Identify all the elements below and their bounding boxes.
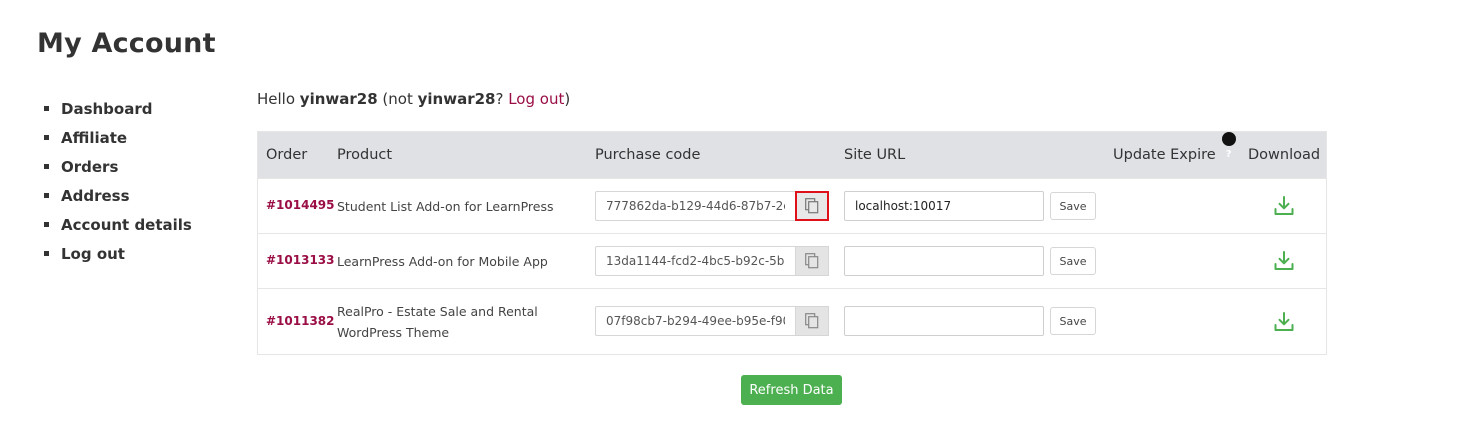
purchase-code-group [595, 246, 829, 276]
nav-item-log-out[interactable]: Log out [44, 239, 192, 268]
header-download: Download [1248, 147, 1321, 163]
download-button[interactable] [1271, 309, 1297, 335]
purchase-code-input[interactable] [595, 246, 795, 276]
nav-item-address[interactable]: Address [44, 181, 192, 210]
greeting-username: yinwar28 [299, 90, 378, 108]
header-update-expire-label: Update Expire [1113, 147, 1216, 163]
header-purchase-code: Purchase code [595, 147, 701, 163]
download-icon [1274, 196, 1294, 215]
order-link[interactable]: #1013133 [266, 253, 335, 267]
account-navigation: Dashboard Affiliate Orders Address Accou… [44, 94, 192, 268]
bullet [44, 251, 49, 256]
purchase-code-input[interactable] [595, 191, 795, 221]
site-url-input[interactable] [844, 191, 1044, 221]
header-product: Product [337, 147, 393, 163]
header-order: Order [266, 147, 308, 163]
table-row: #1013133 LearnPress Add-on for Mobile Ap… [258, 233, 1326, 288]
header-site-url: Site URL [844, 147, 906, 163]
nav-link-orders[interactable]: Orders [61, 158, 118, 176]
site-url-input[interactable] [844, 246, 1044, 276]
table-row: #1011382 RealPro - Estate Sale and Renta… [258, 288, 1326, 354]
nav-link-affiliate[interactable]: Affiliate [61, 129, 127, 147]
nav-link-address[interactable]: Address [61, 187, 130, 205]
copy-icon [805, 198, 819, 214]
greeting-question: ? [495, 90, 509, 108]
bullet [44, 164, 49, 169]
download-button[interactable] [1271, 248, 1297, 274]
save-button[interactable]: Save [1050, 247, 1096, 275]
copy-button[interactable] [795, 246, 829, 276]
greeting-username-2: yinwar28 [417, 90, 496, 108]
greeting-middle: (not [377, 90, 418, 108]
purchase-code-group [595, 306, 829, 336]
orders-table: Order Product Purchase code Site URL Upd… [257, 131, 1327, 355]
greeting-prefix: Hello [257, 90, 300, 108]
copy-button[interactable] [795, 306, 829, 336]
refresh-data-button[interactable]: Refresh Data [741, 375, 842, 405]
order-link[interactable]: #1014495 [266, 198, 335, 212]
question-circle-icon[interactable]: ? [1221, 132, 1236, 160]
download-icon [1274, 251, 1294, 270]
nav-item-affiliate[interactable]: Affiliate [44, 123, 192, 152]
copy-button[interactable] [795, 191, 829, 221]
page-title: My Account [37, 28, 216, 59]
save-button[interactable]: Save [1050, 192, 1096, 220]
purchase-code-input[interactable] [595, 306, 795, 336]
product-name: LearnPress Add-on for Mobile App [337, 254, 548, 269]
table-header: Order Product Purchase code Site URL Upd… [258, 132, 1326, 178]
purchase-code-group [595, 191, 829, 221]
nav-item-orders[interactable]: Orders [44, 152, 192, 181]
bullet [44, 135, 49, 140]
nav-item-account-details[interactable]: Account details [44, 210, 192, 239]
bullet [44, 193, 49, 198]
order-link[interactable]: #1011382 [266, 314, 335, 328]
nav-link-account-details[interactable]: Account details [61, 216, 192, 234]
greeting-logout-link[interactable]: Log out [508, 90, 564, 108]
nav-item-dashboard[interactable]: Dashboard [44, 94, 192, 123]
download-button[interactable] [1271, 193, 1297, 219]
copy-icon [805, 253, 819, 269]
nav-link-dashboard[interactable]: Dashboard [61, 100, 152, 118]
nav-link-log-out[interactable]: Log out [61, 245, 125, 263]
site-url-input[interactable] [844, 306, 1044, 336]
header-update-expire: Update Expire? [1113, 132, 1236, 178]
save-button[interactable]: Save [1050, 307, 1096, 335]
product-name: Student List Add-on for LearnPress [337, 199, 554, 214]
bullet [44, 106, 49, 111]
greeting-suffix: ) [564, 90, 571, 108]
copy-icon [805, 313, 819, 329]
greeting-text: Hello yinwar28 (not yinwar28? Log out) [257, 90, 570, 108]
download-icon [1274, 312, 1294, 331]
bullet [44, 222, 49, 227]
table-row: #1014495 Student List Add-on for LearnPr… [258, 178, 1326, 233]
product-name: RealPro - Estate Sale and Rental WordPre… [337, 304, 538, 340]
